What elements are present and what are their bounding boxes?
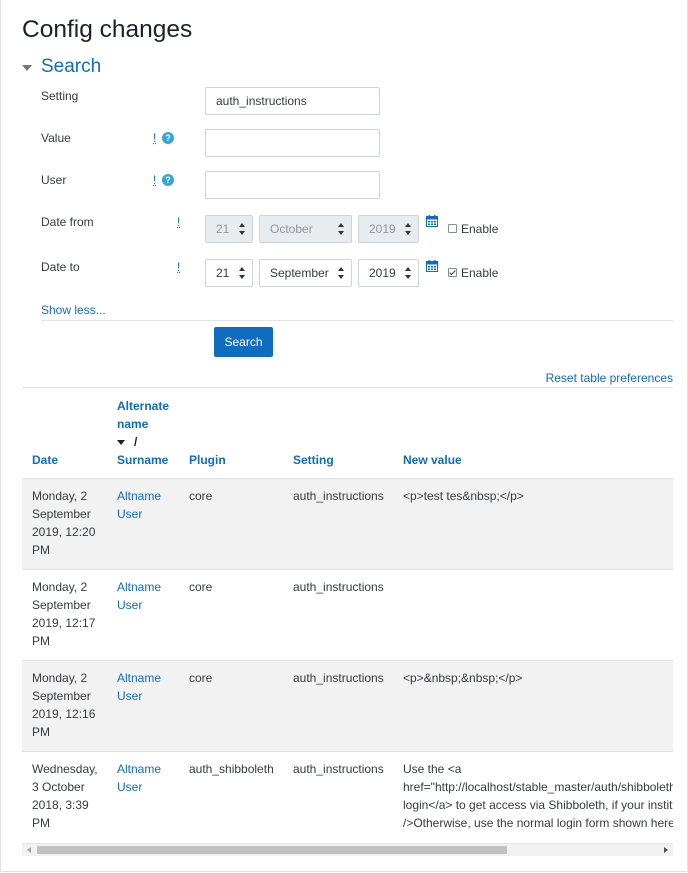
table-row: Monday, 2 September 2019, 12:16 PM Altna… — [22, 660, 673, 751]
cell-plugin: core — [189, 671, 213, 685]
cell-user-link[interactable]: Altname User — [117, 669, 177, 705]
column-header-new-value[interactable]: New value — [403, 451, 462, 469]
alternate-name-line1: Alternate — [117, 399, 170, 413]
select-arrows-icon — [338, 267, 344, 279]
date-to-day-value: 21 — [216, 266, 230, 280]
date-to-month-select[interactable]: September — [259, 259, 352, 287]
user-label: User — [41, 173, 67, 187]
new-value-line2: href="http://localhost/stable_master/aut… — [403, 780, 673, 794]
date-from-day-value: 21 — [216, 222, 230, 236]
horizontal-scrollbar[interactable] — [22, 843, 673, 856]
date-from-enable-label: Enable — [461, 222, 499, 236]
required-marker: ! — [153, 173, 157, 187]
select-arrows-icon — [405, 223, 411, 235]
date-from-year-value: 2019 — [369, 222, 396, 236]
cell-date: Monday, 2 September 2019, 12:20 PM — [32, 489, 96, 557]
page-title: Config changes — [22, 16, 193, 43]
value-label: Value — [41, 131, 71, 145]
config-changes-table: Date Alternate name / Surname Plugin Sett… — [22, 388, 673, 829]
scrollbar-thumb[interactable] — [37, 846, 507, 854]
reset-table-preferences-link[interactable]: Reset table preferences — [546, 371, 673, 385]
column-header-date[interactable]: Date — [32, 451, 58, 469]
cell-plugin: core — [189, 489, 213, 503]
cell-plugin: auth_shibboleth — [189, 762, 274, 776]
divider — [41, 320, 673, 321]
column-header-plugin[interactable]: Plugin — [189, 451, 226, 469]
date-to-enable-checkbox[interactable] — [448, 268, 457, 277]
date-to-day-select[interactable]: 21 — [205, 259, 253, 287]
user-altname: Altname — [117, 762, 162, 776]
new-value-line1: Use the <a — [403, 762, 462, 776]
cell-date: Wednesday, 3 October 2018, 3:39 PM — [32, 762, 98, 829]
user-altname: Altname — [117, 580, 162, 594]
column-header-alternate-name[interactable]: Alternate name — [117, 399, 169, 431]
select-arrows-icon — [239, 267, 245, 279]
scroll-left-arrow-icon[interactable] — [27, 847, 31, 853]
user-surname: User — [117, 780, 143, 794]
help-icon[interactable]: ? — [162, 174, 174, 186]
date-from-day-select[interactable]: 21 — [205, 215, 253, 243]
help-icon[interactable]: ? — [162, 132, 174, 144]
table-row: Monday, 2 September 2019, 12:20 PM Altna… — [22, 478, 673, 569]
select-arrows-icon — [405, 267, 411, 279]
show-less-link[interactable]: Show less... — [41, 303, 106, 317]
user-surname: User — [117, 507, 143, 521]
user-altname: Altname — [117, 489, 162, 503]
column-header-user: Alternate name / Surname — [117, 397, 177, 469]
search-button[interactable]: Search — [214, 327, 273, 357]
user-surname: User — [117, 689, 143, 703]
calendar-icon[interactable] — [426, 215, 438, 227]
required-marker: ! — [177, 215, 181, 229]
cell-setting: auth_instructions — [293, 671, 384, 685]
date-from-month-select[interactable]: October — [259, 215, 352, 243]
user-surname: User — [117, 598, 143, 612]
user-altname: Altname — [117, 671, 162, 685]
collapse-triangle-icon — [22, 65, 32, 71]
scroll-right-arrow-icon[interactable] — [664, 847, 668, 853]
cell-user-link[interactable]: Altname User — [117, 578, 177, 614]
date-from-label: Date from — [41, 215, 94, 229]
sort-desc-icon — [117, 440, 125, 446]
table-row: Wednesday, 3 October 2018, 3:39 PM Altna… — [22, 751, 673, 829]
select-arrows-icon — [338, 223, 344, 235]
cell-user-link[interactable]: Altname User — [117, 487, 177, 523]
required-marker: ! — [177, 260, 181, 274]
header-separator: / — [134, 435, 138, 449]
date-to-label: Date to — [41, 260, 80, 274]
date-from-year-select[interactable]: 2019 — [358, 215, 419, 243]
cell-date: Monday, 2 September 2019, 12:16 PM — [32, 671, 96, 739]
cell-new-value: <p>&nbsp;&nbsp;</p> — [403, 671, 523, 685]
cell-user-link[interactable]: Altname User — [117, 760, 177, 796]
user-input[interactable] — [205, 171, 380, 199]
alternate-name-line2: name — [117, 417, 149, 431]
cell-new-value: Use the <a href="http://localhost/stable_… — [403, 760, 673, 829]
column-header-setting[interactable]: Setting — [293, 451, 334, 469]
select-arrows-icon — [239, 223, 245, 235]
calendar-icon[interactable] — [426, 260, 438, 272]
date-to-year-select[interactable]: 2019 — [358, 259, 419, 287]
search-legend-toggle[interactable]: Search — [22, 56, 101, 78]
date-to-year-value: 2019 — [369, 266, 396, 280]
cell-plugin: core — [189, 580, 213, 594]
required-marker: ! — [153, 131, 157, 145]
value-input[interactable] — [205, 129, 380, 157]
cell-setting: auth_instructions — [293, 489, 384, 503]
setting-label: Setting — [41, 89, 79, 103]
date-from-month-value: October — [270, 222, 313, 236]
new-value-line4: />Otherwise, use the normal login form s… — [403, 816, 673, 829]
date-to-month-value: September — [270, 266, 329, 280]
search-legend: Search — [41, 56, 102, 77]
cell-setting: auth_instructions — [293, 762, 384, 776]
cell-new-value: <p>test tes&nbsp;</p> — [403, 489, 524, 503]
date-from-enable-checkbox[interactable] — [448, 224, 457, 233]
new-value-line3: login</a> to get access via Shibboleth, … — [403, 798, 673, 812]
cell-setting: auth_instructions — [293, 580, 384, 594]
date-to-enable-label: Enable — [461, 266, 499, 280]
cell-date: Monday, 2 September 2019, 12:17 PM — [32, 580, 96, 648]
column-header-surname[interactable]: Surname — [117, 453, 168, 467]
setting-input[interactable] — [205, 87, 380, 115]
table-row: Monday, 2 September 2019, 12:17 PM Altna… — [22, 569, 673, 660]
